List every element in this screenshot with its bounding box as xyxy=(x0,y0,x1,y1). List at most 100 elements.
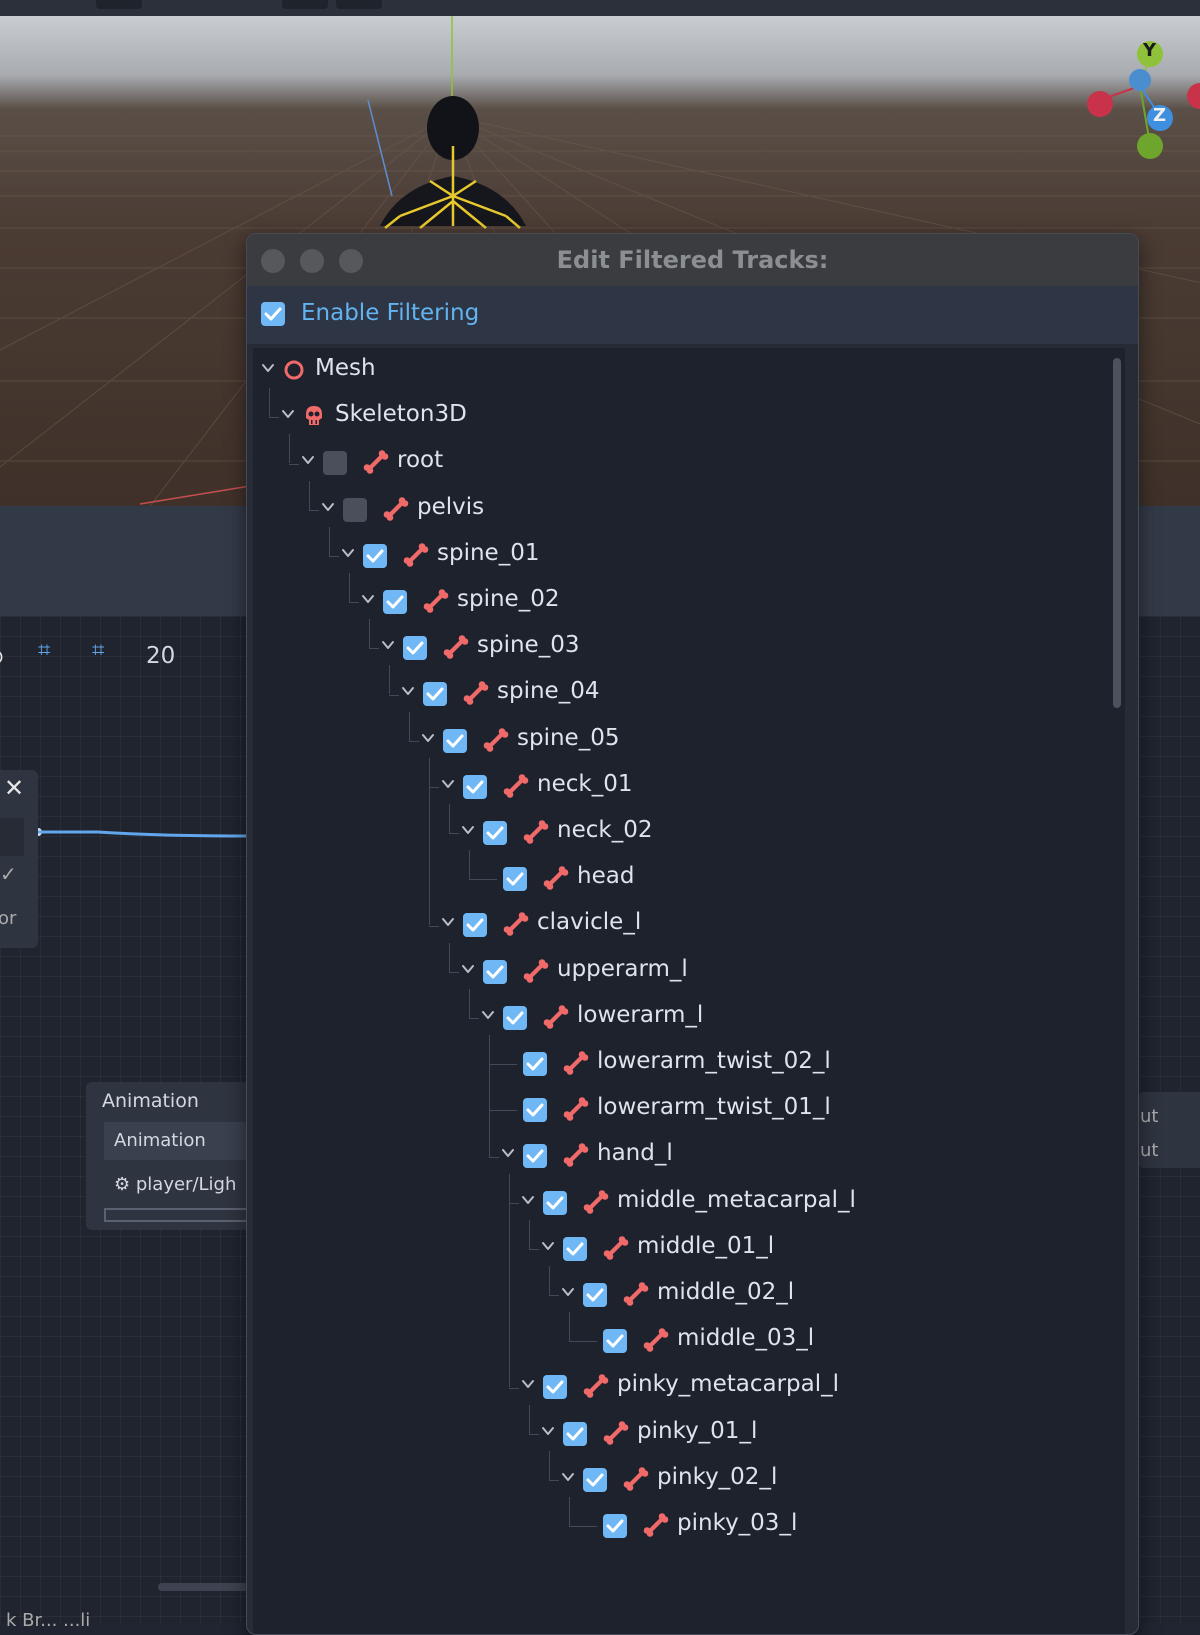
track-checkbox[interactable] xyxy=(523,1098,547,1123)
tree-item-middle_02_l[interactable]: middle_02_l xyxy=(253,1272,1113,1318)
chevron-down-icon[interactable] xyxy=(521,1376,535,1390)
track-checkbox[interactable] xyxy=(463,913,487,938)
chevron-down-icon[interactable] xyxy=(441,776,455,790)
chevron-down-icon[interactable] xyxy=(341,545,355,559)
track-checkbox[interactable] xyxy=(483,959,507,984)
tree-item-pinky_01_l[interactable]: pinky_01_l xyxy=(253,1411,1113,1457)
tree-item-lowerarm_twist_01_l[interactable]: lowerarm_twist_01_l xyxy=(253,1087,1113,1133)
track-checkbox[interactable] xyxy=(443,728,467,753)
tree-item-mesh[interactable]: Mesh xyxy=(253,348,1113,394)
track-checkbox[interactable] xyxy=(563,1421,587,1446)
track-checkbox[interactable] xyxy=(483,821,507,845)
track-checkbox[interactable] xyxy=(523,1052,547,1076)
close-icon[interactable]: ✕ xyxy=(4,774,24,802)
track-checkbox[interactable] xyxy=(523,1144,547,1169)
track-checkbox[interactable] xyxy=(603,1514,627,1538)
track-checkbox[interactable] xyxy=(343,497,367,522)
tree-vertical-scrollbar[interactable] xyxy=(1113,358,1121,708)
track-checkbox[interactable] xyxy=(463,774,487,799)
tree-item-spine_05[interactable]: spine_05 xyxy=(253,718,1113,764)
tree-item-clavicle_l[interactable]: clavicle_l xyxy=(253,902,1113,948)
tree-item-middle_03_l[interactable]: middle_03_l xyxy=(253,1318,1113,1364)
dialog-title-bar[interactable]: Edit Filtered Tracks: xyxy=(247,234,1138,287)
track-checkbox[interactable] xyxy=(543,1375,567,1400)
animation-field[interactable]: Animation xyxy=(104,1122,254,1160)
track-checkbox[interactable] xyxy=(323,451,347,476)
chevron-down-icon[interactable] xyxy=(321,499,335,513)
tree-item-lowerarm_l[interactable]: lowerarm_l xyxy=(253,995,1113,1041)
track-checkbox[interactable] xyxy=(503,1005,527,1030)
enable-filtering-label[interactable]: Enable Filtering xyxy=(301,300,479,326)
tree-item-label: head xyxy=(577,863,635,890)
tracks-tree[interactable]: Mesh Skeleton3D root pelvis spine_01 spine_02… xyxy=(253,348,1125,1634)
enable-filtering-row[interactable]: Enable Filtering xyxy=(247,286,1138,344)
tree-item-hand_l[interactable]: hand_l xyxy=(253,1133,1113,1179)
tree-item-middle_01_l[interactable]: middle_01_l xyxy=(253,1226,1113,1272)
tree-item-root[interactable]: root xyxy=(253,440,1113,486)
chevron-down-icon[interactable] xyxy=(421,730,435,744)
bone-icon xyxy=(443,634,469,660)
track-checkbox[interactable] xyxy=(403,636,427,661)
output-label: ut xyxy=(1140,1106,1159,1127)
tree-item-spine_03[interactable]: spine_03 xyxy=(253,625,1113,671)
zoom-icon[interactable]: ⊖ xyxy=(0,645,4,681)
grid-toggle-icon[interactable]: ⌗ xyxy=(92,638,104,674)
tree-item-head[interactable]: head xyxy=(253,856,1113,902)
tree-item-spine_01[interactable]: spine_01 xyxy=(253,533,1113,579)
chevron-down-icon[interactable] xyxy=(401,683,415,697)
gizmo-y-label: Y xyxy=(1143,40,1157,61)
tree-item-neck_01[interactable]: neck_01 xyxy=(253,764,1113,810)
graph-node-left[interactable]: ✕ ✓ or xyxy=(0,770,38,948)
toolbar-tab[interactable] xyxy=(96,0,142,9)
tree-item-pelvis[interactable]: pelvis xyxy=(253,487,1113,533)
bone-icon xyxy=(623,1281,649,1307)
bone-icon xyxy=(383,496,409,522)
tree-item-upperarm_l[interactable]: upperarm_l xyxy=(253,949,1113,995)
tree-item-pinky_02_l[interactable]: pinky_02_l xyxy=(253,1457,1113,1503)
tree-item-neck_02[interactable]: neck_02 xyxy=(253,810,1113,856)
track-checkbox[interactable] xyxy=(543,1190,567,1215)
track-checkbox[interactable] xyxy=(583,1467,607,1492)
tree-item-spine_04[interactable]: spine_04 xyxy=(253,671,1113,717)
chevron-down-icon[interactable] xyxy=(521,1192,535,1206)
enable-filtering-checkbox[interactable] xyxy=(261,302,285,326)
track-checkbox[interactable] xyxy=(363,543,387,568)
animation-player-label[interactable]: ⚙ player/Ligh xyxy=(114,1174,236,1195)
tree-item-label: upperarm_l xyxy=(557,955,688,982)
chevron-down-icon[interactable] xyxy=(541,1238,555,1252)
snap-value[interactable]: 20 xyxy=(146,643,175,679)
chevron-down-icon[interactable] xyxy=(561,1469,575,1483)
toolbar-tab[interactable] xyxy=(282,0,328,9)
toolbar-tab[interactable] xyxy=(336,0,382,9)
track-checkbox[interactable] xyxy=(383,590,407,614)
edit-filtered-tracks-dialog: Edit Filtered Tracks: Enable Filtering M… xyxy=(246,233,1139,1635)
snap-grid-icon[interactable]: ⌗ xyxy=(38,638,50,674)
chevron-down-icon[interactable] xyxy=(461,961,475,975)
chevron-down-icon[interactable] xyxy=(381,637,395,651)
graph-horizontal-scrollbar[interactable] xyxy=(158,1583,248,1591)
tree-item-label: middle_01_l xyxy=(637,1232,775,1259)
track-checkbox[interactable] xyxy=(583,1283,607,1307)
chevron-down-icon[interactable] xyxy=(301,452,315,466)
chevron-down-icon[interactable] xyxy=(441,914,455,928)
track-checkbox[interactable] xyxy=(503,867,527,892)
animation-node[interactable]: Animation Animation ⚙ player/Ligh xyxy=(86,1082,256,1230)
tree-item-skeleton3d[interactable]: Skeleton3D xyxy=(253,394,1113,440)
chevron-down-icon[interactable] xyxy=(361,591,375,605)
tree-item-lowerarm_twist_02_l[interactable]: lowerarm_twist_02_l xyxy=(253,1041,1113,1087)
chevron-down-icon[interactable] xyxy=(481,1007,495,1021)
graph-node-right[interactable]: ut ut xyxy=(1138,1092,1200,1168)
chevron-down-icon[interactable] xyxy=(461,822,475,836)
tree-item-pinky_03_l[interactable]: pinky_03_l xyxy=(253,1503,1113,1549)
tree-item-middle_metacarpal_l[interactable]: middle_metacarpal_l xyxy=(253,1180,1113,1226)
track-checkbox[interactable] xyxy=(603,1329,627,1354)
chevron-down-icon[interactable] xyxy=(501,1145,515,1159)
chevron-down-icon[interactable] xyxy=(261,360,275,374)
tree-item-spine_02[interactable]: spine_02 xyxy=(253,579,1113,625)
chevron-down-icon[interactable] xyxy=(541,1423,555,1437)
chevron-down-icon[interactable] xyxy=(281,406,295,420)
tree-item-pinky_metacarpal_l[interactable]: pinky_metacarpal_l xyxy=(253,1364,1113,1410)
track-checkbox[interactable] xyxy=(563,1236,587,1261)
chevron-down-icon[interactable] xyxy=(561,1284,575,1298)
track-checkbox[interactable] xyxy=(423,682,447,707)
